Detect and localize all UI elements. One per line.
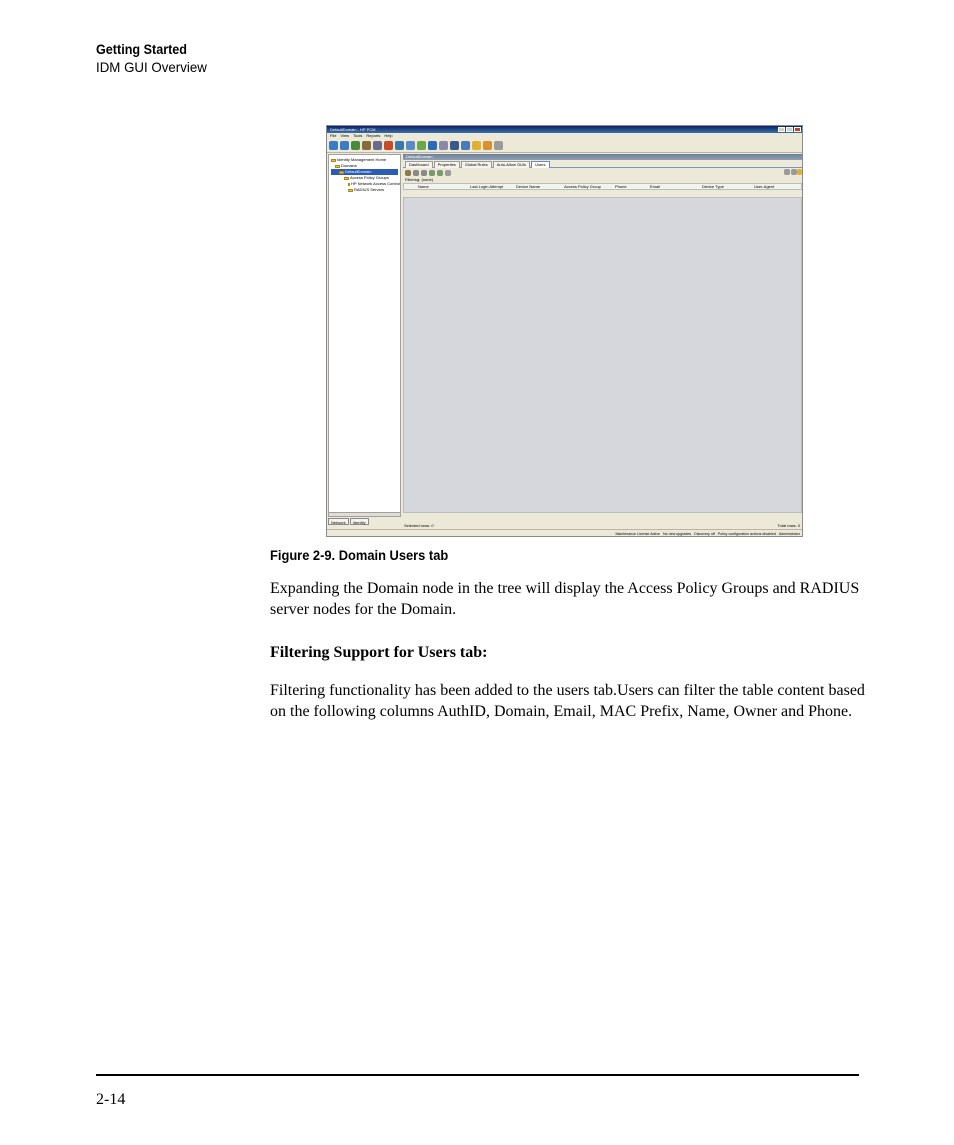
discovery-icon[interactable] [362,141,371,150]
status-bar: Maintenance License Active No new upgrad… [327,529,802,536]
network-icon[interactable] [395,141,404,150]
domain-users-screenshot: DefaultDomain - HP PCM File View Tools R… [326,125,803,537]
page-number: 2-14 [96,1091,126,1108]
selected-rows: Selected rows: 0 [404,523,434,528]
section-title: IDM GUI Overview [96,59,207,75]
users-table-header: Name Last Login Attempt Device Name Acce… [403,183,802,190]
column-last-login[interactable]: Last Login Attempt [470,184,516,189]
domain-tab-bar: Dashboard Properties Global Rules Auto-A… [403,160,802,168]
forward-icon[interactable] [340,141,349,150]
monitor-icon[interactable] [428,141,437,150]
settings-icon[interactable] [483,141,492,150]
window-title: DefaultDomain - HP PCM [327,126,802,133]
status-policy: Policy configuration actions disabled [717,532,776,536]
alert-icon[interactable] [384,141,393,150]
column-status-icon [404,184,418,189]
total-rows: Total rows: 0 [777,523,800,528]
minimize-icon[interactable] [778,127,785,132]
report-icon[interactable] [439,141,448,150]
body-paragraph-1: Expanding the Domain node in the tree wi… [270,580,860,618]
column-device-name[interactable]: Device Name [516,184,564,189]
print-icon[interactable] [784,169,790,175]
license-icon[interactable] [472,141,481,150]
tab-network[interactable]: Network [328,518,349,525]
maximize-icon[interactable] [786,127,793,132]
users-table-body[interactable] [403,197,802,513]
tab-identity[interactable]: Identity [349,518,369,525]
body-paragraph-2: Filtering functionality has been added t… [270,682,865,720]
folder-icon [348,182,350,186]
folder-icon [339,170,344,174]
folder-icon [331,158,336,162]
close-icon[interactable] [794,127,801,132]
tab-dashboard[interactable]: Dashboard [405,161,433,168]
column-user-agent[interactable]: User-Agent [754,184,794,189]
figure-caption: Figure 2-9. Domain Users tab [270,547,449,563]
folder-icon [335,164,340,168]
tree-node-label: RADIUS Servers [354,187,385,192]
users-icon[interactable] [450,141,459,150]
footer-rule [96,1074,859,1076]
status-user: Administrator [778,532,800,536]
identity-icon[interactable] [461,141,470,150]
config-icon[interactable] [373,141,382,150]
refresh-icon[interactable] [437,169,443,176]
column-device-type[interactable]: Device Type [702,184,754,189]
tab-auto-allow-ouis[interactable]: Auto-Allow OUIs [492,161,531,168]
folder-icon [344,176,349,180]
tree-scrollbar[interactable] [328,512,401,517]
wireless-icon[interactable] [406,141,415,150]
status-upgrades: No new upgrades [663,532,692,536]
edit-user-icon[interactable] [413,169,419,176]
help-icon[interactable] [797,169,802,175]
move-user-icon[interactable] [429,169,435,176]
navigation-tree: Identity Management Home Domains Default… [328,154,401,516]
tab-users[interactable]: Users [531,161,550,168]
back-icon[interactable] [329,141,338,150]
left-tab-bar: Network Identity [328,518,369,525]
help-icon[interactable] [494,141,503,150]
subheading: Filtering Support for Users tab: [270,644,488,661]
status-discovery: Discovery off [694,532,715,536]
column-access-policy-group[interactable]: Access Policy Group [564,184,615,189]
tab-properties[interactable]: Properties [433,161,460,168]
status-license: Maintenance License Active [615,532,660,536]
policy-icon[interactable] [417,141,426,150]
delete-user-icon[interactable] [421,169,427,176]
domain-panel: DefaultDomain Dashboard Properties Globa… [403,154,802,524]
users-toolbar [403,168,802,177]
column-name[interactable]: Name [418,184,470,189]
column-email[interactable]: Email [650,184,702,189]
folder-icon [348,188,353,192]
tab-global-rules[interactable]: Global Rules [460,161,492,168]
chapter-title: Getting Started [96,41,188,57]
column-phone[interactable]: Phone [615,184,650,189]
home-icon[interactable] [351,141,360,150]
filter-icon[interactable] [445,169,451,176]
tree-node-radius-servers[interactable]: RADIUS Servers [331,187,398,193]
window-controls [778,127,801,132]
main-toolbar [327,139,802,153]
add-user-icon[interactable] [405,169,411,176]
